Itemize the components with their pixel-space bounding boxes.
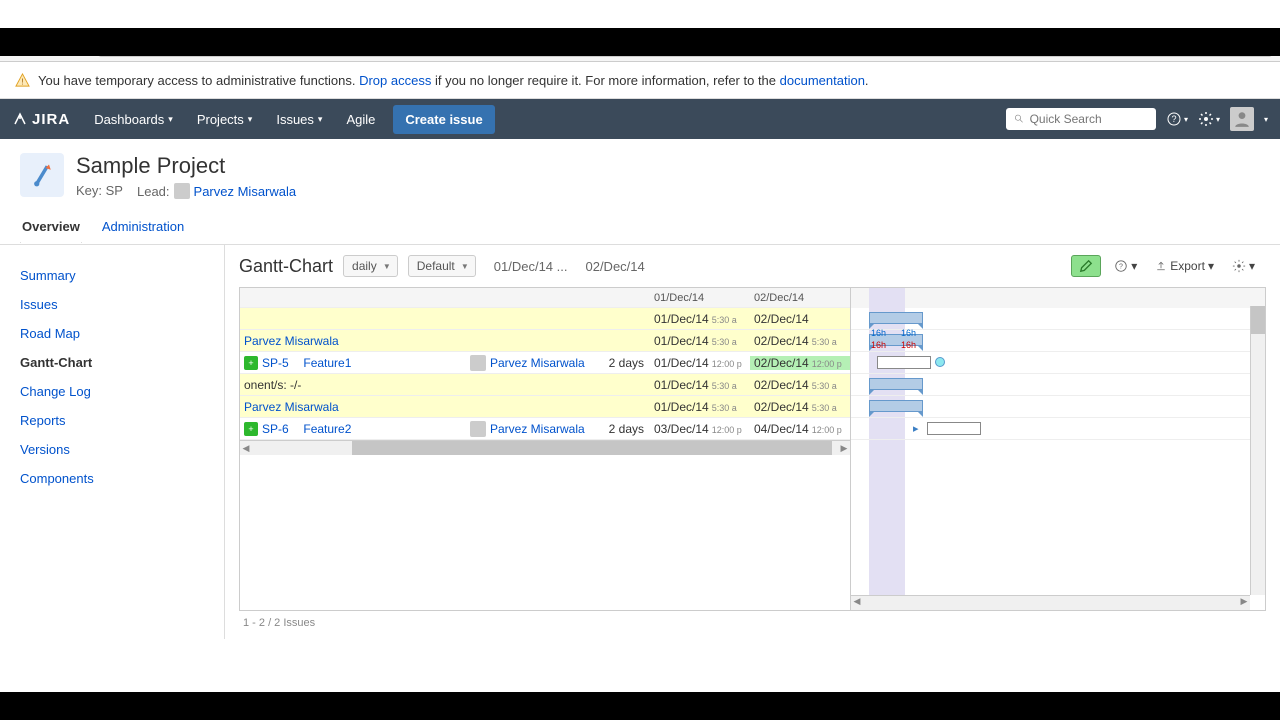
project-key: SP [106,183,123,198]
quick-search[interactable] [1006,108,1156,130]
grid-hscroll[interactable]: ◀ ▶ [240,440,850,455]
bookmark-icon[interactable] [656,37,672,53]
nav-dashboards[interactable]: Dashboards▾ [84,106,183,133]
issue-icon: + [244,356,258,370]
project-header: Sample Project Key: SP Lead: Parvez Misa… [0,139,1280,199]
date-from: 01/Dec/14 ... [494,259,568,274]
issue-summary[interactable]: Feature2 [303,422,351,436]
timeline-hscroll[interactable]: ◀ ▶ [851,595,1250,610]
help-button[interactable]: ?▾ [1109,256,1142,276]
sidebar-item-components[interactable]: Components [0,464,224,493]
sidebar: SummaryIssuesRoad MapGantt-ChartChange L… [0,245,225,639]
view-select[interactable]: daily [343,255,398,277]
issue-row[interactable]: + SP-6 Feature2Parvez Misarwala2 days03/… [240,418,850,440]
issue-row[interactable]: + SP-5 Feature1Parvez Misarwala2 days01/… [240,352,850,374]
project-lead-link[interactable]: Parvez Misarwala [194,184,297,199]
nav-projects[interactable]: Projects▾ [187,106,263,133]
assignee[interactable]: Parvez Misarwala [490,422,585,436]
issues-count: 1 - 2 / 2 Issues [239,617,1266,629]
browser-chrome: localhost:8080/browse/SP/?selectedTab=de… [0,28,1280,62]
summary-row[interactable]: onent/s: -/-01/Dec/145:30 a02/Dec/145:30… [240,374,850,396]
tab-administration[interactable]: Administration [100,211,186,244]
avatar-icon [470,421,486,437]
banner-text-2: if you no longer require it. For more in… [435,73,776,88]
grid-header: 01/Dec/14 02/Dec/14 [240,288,850,308]
url-text: localhost:8080/browse/SP/?selectedTab=de… [123,37,650,52]
issue-key[interactable]: SP-6 [262,422,289,436]
banner-text: You have temporary access to administrat… [38,73,355,88]
issue-key[interactable]: SP-5 [262,356,289,370]
url-bar[interactable]: localhost:8080/browse/SP/?selectedTab=de… [98,33,1272,57]
sidebar-item-gantt-chart[interactable]: Gantt-Chart [0,348,224,377]
svg-text:?: ? [1171,114,1176,124]
sidebar-item-change-log[interactable]: Change Log [0,377,224,406]
date-to: 02/Dec/14 [585,259,644,274]
edit-button[interactable] [1071,255,1101,277]
summary-row[interactable]: Parvez Misarwala01/Dec/145:30 a02/Dec/14… [240,396,850,418]
sidebar-item-versions[interactable]: Versions [0,435,224,464]
preset-select[interactable]: Default [408,255,476,277]
warning-icon: ! [14,72,30,88]
page-icon [105,39,117,51]
gantt-title: Gantt-Chart [239,256,333,277]
user-avatar[interactable] [1230,107,1254,131]
avatar-icon [174,183,190,199]
documentation-link[interactable]: documentation [780,73,865,88]
settings-icon[interactable]: ▾ [1198,108,1220,130]
project-title: Sample Project [76,153,296,179]
assignee[interactable]: Parvez Misarwala [490,356,585,370]
export-button[interactable]: Export▾ [1150,256,1219,276]
avatar-icon [470,355,486,371]
create-issue-button[interactable]: Create issue [393,105,494,134]
sidebar-item-reports[interactable]: Reports [0,406,224,435]
search-input[interactable] [1030,112,1148,126]
project-icon [20,153,64,197]
help-icon[interactable]: ?▾ [1166,108,1188,130]
issue-icon: + [244,422,258,436]
back-button[interactable] [8,34,30,56]
nav-issues[interactable]: Issues▾ [266,106,332,133]
top-nav: JIRA Dashboards▾ Projects▾ Issues▾ Agile… [0,99,1280,139]
gantt-timeline: 16h 16h 16h 16h ▸ ◀ ▶ [850,288,1265,610]
svg-text:!: ! [21,76,23,86]
issue-summary[interactable]: Feature1 [303,356,351,370]
nav-agile[interactable]: Agile [336,106,385,133]
sidebar-item-issues[interactable]: Issues [0,290,224,319]
settings-button[interactable]: ▾ [1227,256,1260,276]
admin-banner: ! You have temporary access to administr… [0,62,1280,99]
drop-access-link[interactable]: Drop access [359,73,431,88]
summary-row[interactable]: 01/Dec/145:30 a02/Dec/14 [240,308,850,330]
sidebar-item-road-map[interactable]: Road Map [0,319,224,348]
timeline-vscroll[interactable] [1250,306,1265,595]
gantt-grid: 01/Dec/14 02/Dec/14 01/Dec/145:30 a02/De… [240,288,850,610]
svg-text:?: ? [1119,264,1123,271]
jira-logo[interactable]: JIRA [12,111,70,128]
forward-button[interactable] [38,34,60,56]
project-tabs: Overview Administration [0,211,1280,245]
summary-row[interactable]: Parvez Misarwala01/Dec/145:30 a02/Dec/14… [240,330,850,352]
sidebar-item-summary[interactable]: Summary [0,261,224,290]
search-icon [1014,113,1025,125]
tab-overview[interactable]: Overview [20,211,82,244]
reload-button[interactable] [68,34,90,56]
